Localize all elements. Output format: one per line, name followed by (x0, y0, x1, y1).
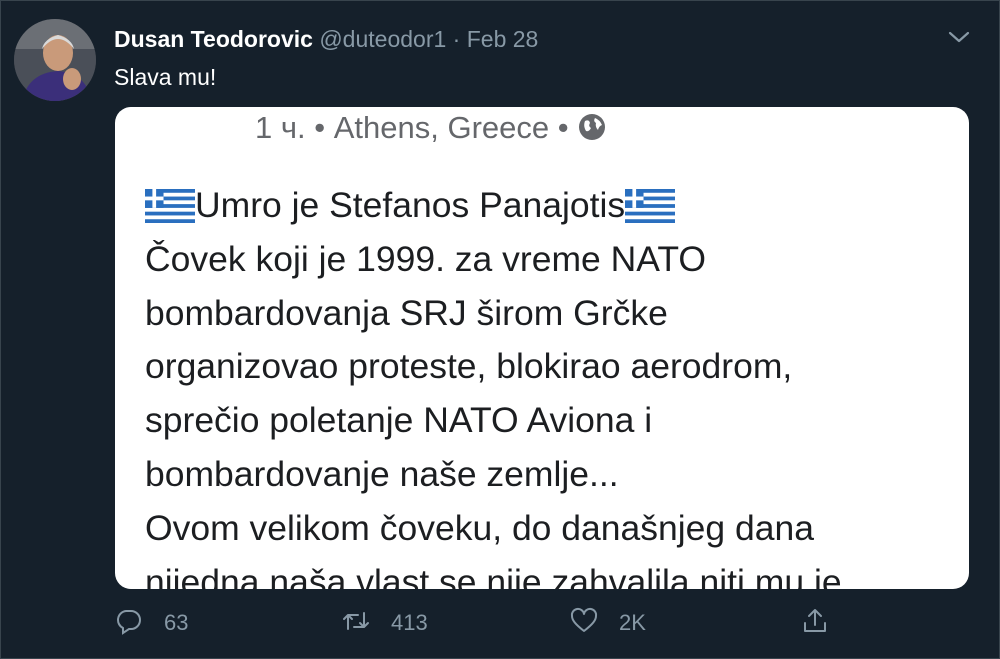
globe-icon (577, 112, 607, 149)
meta-bullet: • (314, 110, 326, 145)
post-line: bombardovanje naše zemlje... (145, 453, 619, 494)
post-body: Umro je Stefanos Panajotis Čovek koji je… (145, 179, 965, 589)
share-icon (800, 606, 830, 641)
heart-icon (569, 606, 599, 641)
post-location: Athens, Greece (333, 110, 550, 145)
author-handle[interactable]: @duteodor1 (319, 26, 446, 52)
chevron-down-icon[interactable] (945, 23, 973, 51)
reply-button[interactable]: 63 (114, 607, 188, 639)
tweet-card[interactable]: Dusan Teodorovic @duteodor1 · Feb 28 Sla… (0, 0, 1000, 659)
tweet-date[interactable]: Feb 28 (467, 26, 539, 52)
reply-icon (114, 606, 144, 641)
meta-bullet-2: • (557, 110, 569, 145)
post-time: 1 ч. (255, 110, 306, 145)
retweet-icon (341, 606, 371, 641)
post-line-text: Umro je Stefanos Panajotis (195, 185, 626, 225)
post-meta: 1 ч. • Athens, Greece • (255, 111, 607, 149)
post-line: bombardovanja SRJ širom Grčke (145, 292, 668, 333)
retweet-count: 413 (391, 610, 428, 635)
post-line: Ovom velikom čoveku, do današnjeg dana (145, 507, 814, 548)
author-name[interactable]: Dusan Teodorovic (114, 26, 313, 52)
post-line: sprečio poletanje NATO Aviona i (145, 400, 653, 441)
greek-flag-icon (625, 185, 676, 223)
tweet-media-image[interactable]: 1 ч. • Athens, Greece • Umro je Stefanos… (115, 107, 969, 589)
tweet-actions: 63 413 2K (1, 601, 1000, 645)
tweet-text: Slava mu! (114, 64, 217, 90)
share-button[interactable] (800, 607, 830, 639)
post-line: nijedna naša vlast se nije zahvalila nit… (145, 561, 842, 589)
like-button[interactable]: 2K (569, 607, 646, 639)
post-line: organizovao proteste, blokirao aerodrom, (145, 346, 793, 387)
avatar[interactable] (14, 19, 96, 101)
greek-flag-icon (145, 185, 195, 223)
tweet-header: Dusan Teodorovic @duteodor1 · Feb 28 (114, 25, 538, 53)
post-line: Čovek koji je 1999. za vreme NATO (145, 238, 706, 279)
post-line: Umro je Stefanos Panajotis (145, 179, 965, 233)
retweet-button[interactable]: 413 (341, 607, 428, 639)
separator-dot: · (452, 26, 461, 52)
like-count: 2K (619, 610, 646, 635)
reply-count: 63 (164, 610, 189, 635)
